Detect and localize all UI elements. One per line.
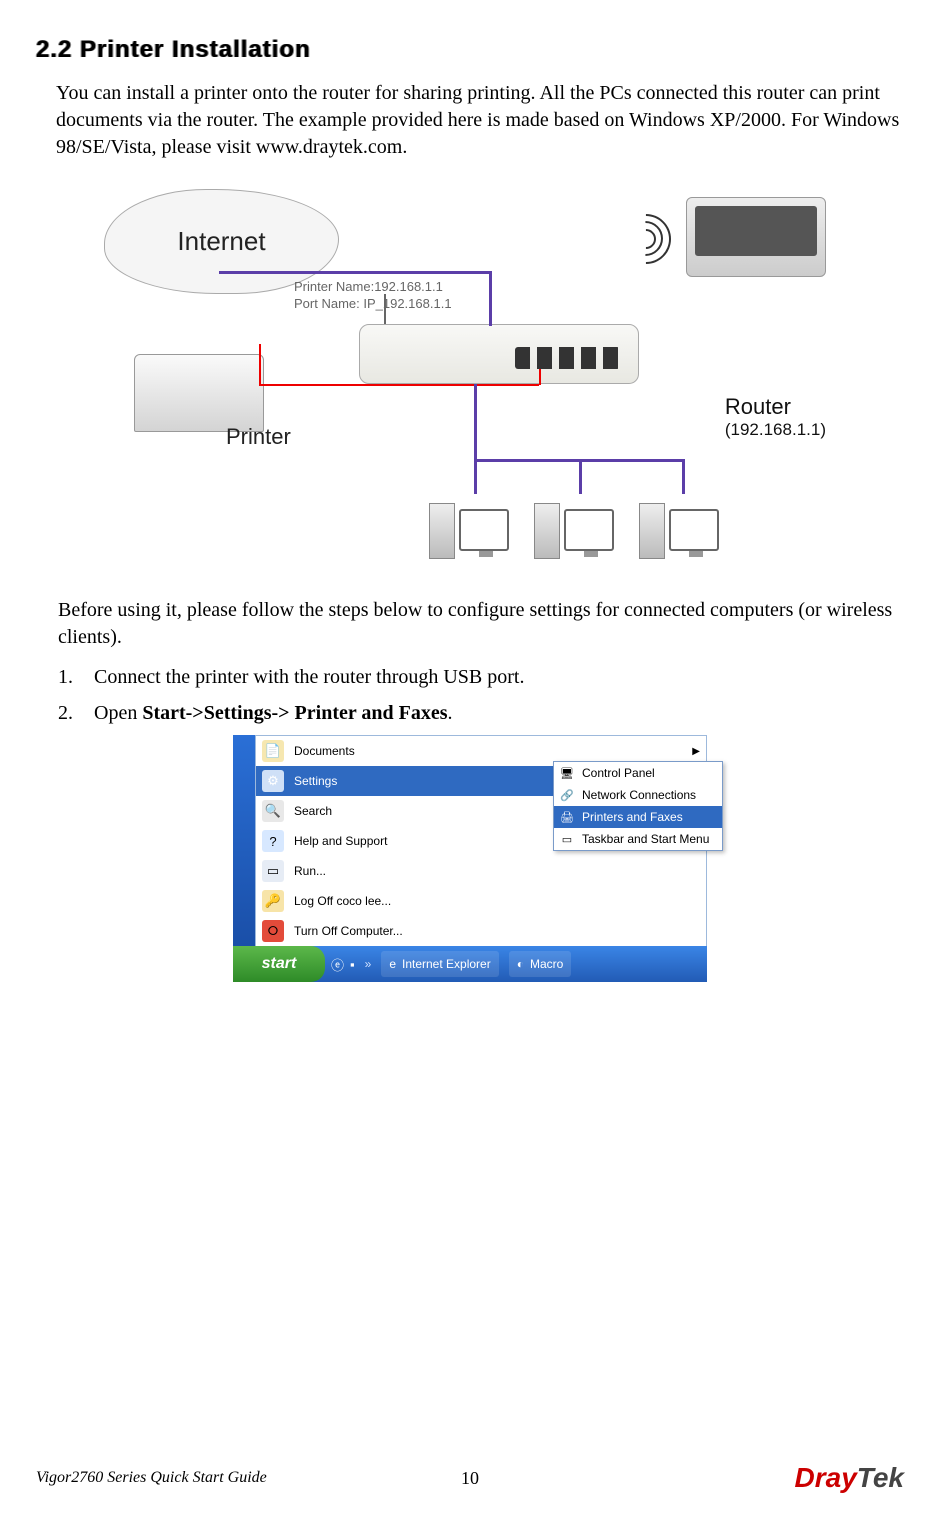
xp-menu-item[interactable]: 🔑 Log Off coco lee... <box>256 886 706 916</box>
network-diagram: Internet Printer Name:192.168.1.1 Port N… <box>104 179 836 579</box>
step-prefix: Open <box>94 702 142 724</box>
quick-launch: ⓔ ▪ » <box>331 955 371 974</box>
taskbar-app[interactable]: e Internet Explorer <box>381 951 498 977</box>
step-bold-path: Start->Settings-> Printer and Faxes <box>142 702 447 724</box>
router-label: Router <box>725 394 826 420</box>
step-item: 2. Open Start->Settings-> Printer and Fa… <box>58 699 904 727</box>
pc-icon <box>429 489 509 559</box>
start-button[interactable]: start <box>233 946 325 982</box>
port-name-text: Port Name: IP_192.168.1.1 <box>294 296 452 313</box>
connection-line <box>259 384 539 386</box>
page-footer: Vigor2760 Series Quick Start Guide 10 Dr… <box>36 1462 904 1494</box>
submenu-item-label: Control Panel <box>582 766 655 780</box>
taskbar-app-icon: ◐ <box>517 957 524 971</box>
section-heading: 2.2 Printer Installation <box>36 36 904 64</box>
xp-submenu-item[interactable]: 🖨 Printers and Faxes <box>554 806 722 828</box>
menu-item-label: Settings <box>294 774 337 788</box>
menu-item-icon: ▭ <box>262 860 284 882</box>
xp-sidebar-text: Windows XP Home Edition <box>220 773 235 938</box>
submenu-item-icon: 🖥 <box>558 764 576 782</box>
submenu-item-label: Network Connections <box>582 788 696 802</box>
connection-line <box>539 369 541 385</box>
connection-line <box>489 271 492 326</box>
menu-item-label: Run... <box>294 864 326 878</box>
step-text: Connect the printer with the router thro… <box>94 663 904 691</box>
cmd-quick-icon[interactable]: ▪ <box>350 957 355 972</box>
taskbar-apps: e Internet Explorer ◐ Macro <box>371 951 571 977</box>
printer-icon <box>134 354 264 432</box>
step-item: 1. Connect the printer with the router t… <box>58 663 904 691</box>
taskbar-app-label: Macro <box>530 957 563 971</box>
taskbar-app-icon: e <box>389 957 396 971</box>
quick-launch-chevron-icon[interactable]: » <box>365 957 372 971</box>
submenu-item-label: Taskbar and Start Menu <box>582 832 709 846</box>
pc-icon <box>639 489 719 559</box>
taskbar-app-label: Internet Explorer <box>402 957 491 971</box>
submenu-item-label: Printers and Faxes <box>582 810 683 824</box>
xp-start-menu-screenshot: Windows XP Home Edition 📄 Documents ▶ ⚙ Sett… <box>233 735 707 982</box>
page-number: 10 <box>461 1468 479 1489</box>
connection-line <box>474 384 477 459</box>
xp-submenu-item[interactable]: ▭ Taskbar and Start Menu <box>554 828 722 850</box>
xp-settings-submenu: 🖥 Control Panel 🔗 Network Connections 🖨 Print… <box>553 761 723 851</box>
connection-line <box>259 344 261 384</box>
xp-menu-item[interactable]: ▭ Run... <box>256 856 706 886</box>
printer-config-text: Printer Name:192.168.1.1 Port Name: IP_1… <box>294 279 452 313</box>
ie-quick-icon[interactable]: ⓔ <box>331 955 344 974</box>
xp-sidebar: Windows XP Home Edition <box>233 735 255 946</box>
wifi-icon <box>621 214 671 264</box>
router-label-group: Router (192.168.1.1) <box>725 394 826 440</box>
logo-dray: Dray <box>795 1462 857 1493</box>
instruction-paragraph: Before using it, please follow the steps… <box>58 597 904 651</box>
printer-name-text: Printer Name:192.168.1.1 <box>294 279 452 296</box>
xp-taskbar: start ⓔ ▪ » e Internet Explorer ◐ Macro <box>233 946 707 982</box>
step-text: Open Start->Settings-> Printer and Faxes… <box>94 699 904 727</box>
menu-item-label: Turn Off Computer... <box>294 924 403 938</box>
menu-item-icon: ⚙ <box>262 770 284 792</box>
menu-item-icon: 📄 <box>262 740 284 762</box>
step-suffix: . <box>448 702 453 724</box>
menu-item-icon: ⭘ <box>262 920 284 942</box>
taskbar-app[interactable]: ◐ Macro <box>509 951 572 977</box>
submenu-arrow-icon: ▶ <box>692 746 700 757</box>
submenu-item-icon: ▭ <box>558 830 576 848</box>
logo-tek: Tek <box>857 1462 904 1493</box>
submenu-item-icon: 🖨 <box>558 808 576 826</box>
xp-submenu-item[interactable]: 🖥 Control Panel <box>554 762 722 784</box>
laptop-icon <box>686 197 826 277</box>
steps-list: 1. Connect the printer with the router t… <box>58 663 904 727</box>
menu-item-label: Help and Support <box>294 834 387 848</box>
router-ip: (192.168.1.1) <box>725 420 826 440</box>
footer-title: Vigor2760 Series Quick Start Guide <box>36 1469 267 1487</box>
step-number: 2. <box>58 699 94 727</box>
draytek-logo: DrayTek <box>795 1462 904 1494</box>
intro-paragraph: You can install a printer onto the route… <box>56 80 904 161</box>
menu-item-icon: 🔑 <box>262 890 284 912</box>
router-icon <box>359 324 639 384</box>
connection-line <box>219 271 489 274</box>
menu-item-label: Log Off coco lee... <box>294 894 391 908</box>
printer-label: Printer <box>226 424 291 450</box>
menu-item-label: Search <box>294 804 332 818</box>
menu-item-icon: ? <box>262 830 284 852</box>
xp-submenu-item[interactable]: 🔗 Network Connections <box>554 784 722 806</box>
step-number: 1. <box>58 663 94 691</box>
menu-item-icon: 🔍 <box>262 800 284 822</box>
xp-menu-item[interactable]: ⭘ Turn Off Computer... <box>256 916 706 946</box>
pc-icon <box>534 489 614 559</box>
menu-item-label: Documents <box>294 744 355 758</box>
submenu-item-icon: 🔗 <box>558 786 576 804</box>
